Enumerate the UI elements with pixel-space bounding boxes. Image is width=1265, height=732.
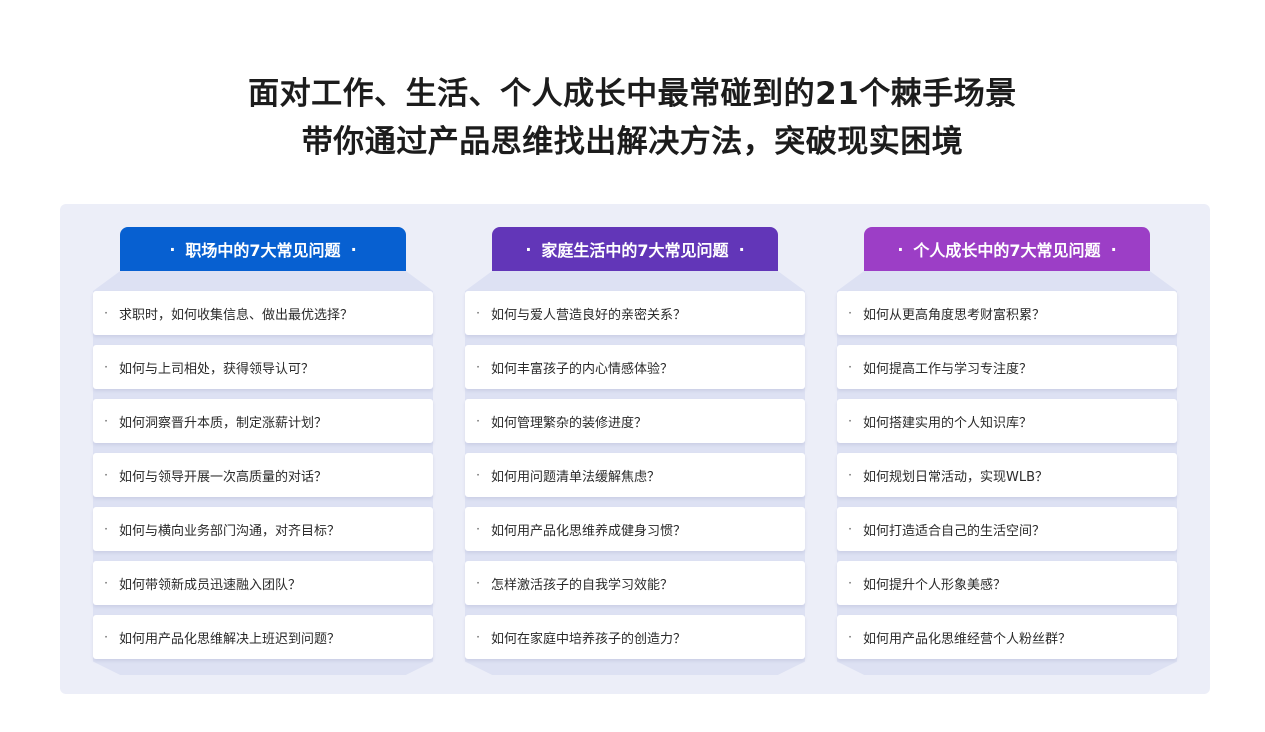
item-text: 如何从更高角度思考财富积累？: [863, 307, 1046, 323]
list-item: · 如何搭建实用的个人知识库？: [837, 399, 1177, 443]
bullet-icon: ·: [104, 414, 108, 428]
item-text: 如何用问题清单法缓解焦虑？: [491, 469, 661, 485]
column-header-family: · 家庭生活中的7大常见问题 ·: [492, 227, 778, 271]
item-text: 如何与横向业务部门沟通，对齐目标？: [119, 523, 341, 539]
item-list-family: · 如何与爱人营造良好的亲密关系？ · 如何丰富孩子的内心情感体验？ · 如何管理繁杂…: [465, 291, 805, 669]
list-item: · 如何丰富孩子的内心情感体验？: [465, 345, 805, 389]
column-header-growth: · 个人成长中的7大常见问题 ·: [864, 227, 1150, 271]
item-text: 如何在家庭中培养孩子的创造力？: [491, 631, 687, 647]
list-item: · 如何带领新成员迅速融入团队？: [93, 561, 433, 605]
bullet-icon: ·: [104, 522, 108, 536]
bullet-icon: ·: [476, 630, 480, 644]
list-item: · 如何用产品化思维经营个人粉丝群？: [837, 615, 1177, 659]
column-header-career: · 职场中的7大常见问题 ·: [120, 227, 406, 271]
bullet-icon: ·: [104, 306, 108, 320]
bullet-icon: ·: [848, 630, 852, 644]
item-text: 如何规划日常活动，实现WLB？: [863, 469, 1049, 485]
list-item: · 如何提高工作与学习专注度？: [837, 345, 1177, 389]
list-item: · 如何洞察晋升本质，制定涨薪计划？: [93, 399, 433, 443]
bullet-icon: ·: [476, 306, 480, 320]
bullet-icon: ·: [476, 360, 480, 374]
item-text: 如何用产品化思维养成健身习惯？: [491, 523, 687, 539]
item-list-growth: · 如何从更高角度思考财富积累？ · 如何提高工作与学习专注度？ · 如何搭建实用的个…: [837, 291, 1177, 669]
headline: 面对工作、生活、个人成长中最常碰到的21个棘手场景 带你通过产品思维找出解决方法…: [0, 70, 1265, 166]
bullet-icon: ·: [476, 414, 480, 428]
item-text: 如何用产品化思维解决上班迟到问题？: [119, 631, 341, 647]
item-text: 如何与领导开展一次高质量的对话？: [119, 469, 328, 485]
header-dot-right-icon: ·: [1110, 239, 1117, 259]
bullet-icon: ·: [848, 360, 852, 374]
item-text: 如何用产品化思维经营个人粉丝群？: [863, 631, 1072, 647]
header-trapezoid: [93, 271, 433, 291]
item-text: 如何提升个人形象美感？: [863, 577, 1007, 593]
column-title-career: 职场中的7大常见问题: [185, 241, 341, 260]
bullet-icon: ·: [476, 522, 480, 536]
header-dot-left-icon: ·: [897, 239, 904, 259]
item-text: 如何管理繁杂的装修进度？: [491, 415, 648, 431]
header-dot-right-icon: ·: [738, 239, 745, 259]
header-dot-left-icon: ·: [169, 239, 176, 259]
list-item: · 如何管理繁杂的装修进度？: [465, 399, 805, 443]
list-item: · 如何用产品化思维养成健身习惯？: [465, 507, 805, 551]
item-text: 如何提高工作与学习专注度？: [863, 361, 1033, 377]
header-trapezoid: [465, 271, 805, 291]
header-dot-right-icon: ·: [350, 239, 357, 259]
item-text: 如何打造适合自己的生活空间？: [863, 523, 1046, 539]
item-text: 如何洞察晋升本质，制定涨薪计划？: [119, 415, 328, 431]
headline-line-1: 面对工作、生活、个人成长中最常碰到的21个棘手场景: [248, 76, 1017, 112]
item-text: 如何与上司相处，获得领导认可？: [119, 361, 315, 377]
problems-panel: · 职场中的7大常见问题 · · 求职时，如何收集信息、做出最优选择？ · 如何与上…: [60, 204, 1210, 694]
list-item: · 如何用问题清单法缓解焦虑？: [465, 453, 805, 497]
column-title-family: 家庭生活中的7大常见问题: [541, 241, 729, 260]
bullet-icon: ·: [104, 360, 108, 374]
bullet-icon: ·: [104, 630, 108, 644]
list-item: · 如何与领导开展一次高质量的对话？: [93, 453, 433, 497]
item-text: 如何丰富孩子的内心情感体验？: [491, 361, 674, 377]
list-item: · 怎样激活孩子的自我学习效能？: [465, 561, 805, 605]
list-item: · 如何与横向业务部门沟通，对齐目标？: [93, 507, 433, 551]
item-text: 如何搭建实用的个人知识库？: [863, 415, 1033, 431]
item-text: 求职时，如何收集信息、做出最优选择？: [119, 307, 354, 323]
list-item: · 如何提升个人形象美感？: [837, 561, 1177, 605]
bullet-icon: ·: [848, 306, 852, 320]
list-item: · 求职时，如何收集信息、做出最优选择？: [93, 291, 433, 335]
headline-line-2: 带你通过产品思维找出解决方法，突破现实困境: [301, 124, 964, 160]
item-text: 如何与爱人营造良好的亲密关系？: [491, 307, 687, 323]
bullet-icon: ·: [104, 468, 108, 482]
item-text: 如何带领新成员迅速融入团队？: [119, 577, 302, 593]
item-list-career: · 求职时，如何收集信息、做出最优选择？ · 如何与上司相处，获得领导认可？ · 如何…: [93, 291, 433, 669]
list-item: · 如何从更高角度思考财富积累？: [837, 291, 1177, 335]
header-trapezoid: [837, 271, 1177, 291]
list-item: · 如何与上司相处，获得领导认可？: [93, 345, 433, 389]
list-item: · 如何规划日常活动，实现WLB？: [837, 453, 1177, 497]
bullet-icon: ·: [848, 468, 852, 482]
bullet-icon: ·: [848, 522, 852, 536]
list-item: · 如何在家庭中培养孩子的创造力？: [465, 615, 805, 659]
header-dot-left-icon: ·: [525, 239, 532, 259]
bullet-icon: ·: [848, 576, 852, 590]
column-title-growth: 个人成长中的7大常见问题: [913, 241, 1101, 260]
list-item: · 如何用产品化思维解决上班迟到问题？: [93, 615, 433, 659]
bullet-icon: ·: [848, 414, 852, 428]
list-item: · 如何与爱人营造良好的亲密关系？: [465, 291, 805, 335]
bullet-icon: ·: [476, 468, 480, 482]
item-text: 怎样激活孩子的自我学习效能？: [491, 577, 674, 593]
bullet-icon: ·: [476, 576, 480, 590]
list-item: · 如何打造适合自己的生活空间？: [837, 507, 1177, 551]
bullet-icon: ·: [104, 576, 108, 590]
